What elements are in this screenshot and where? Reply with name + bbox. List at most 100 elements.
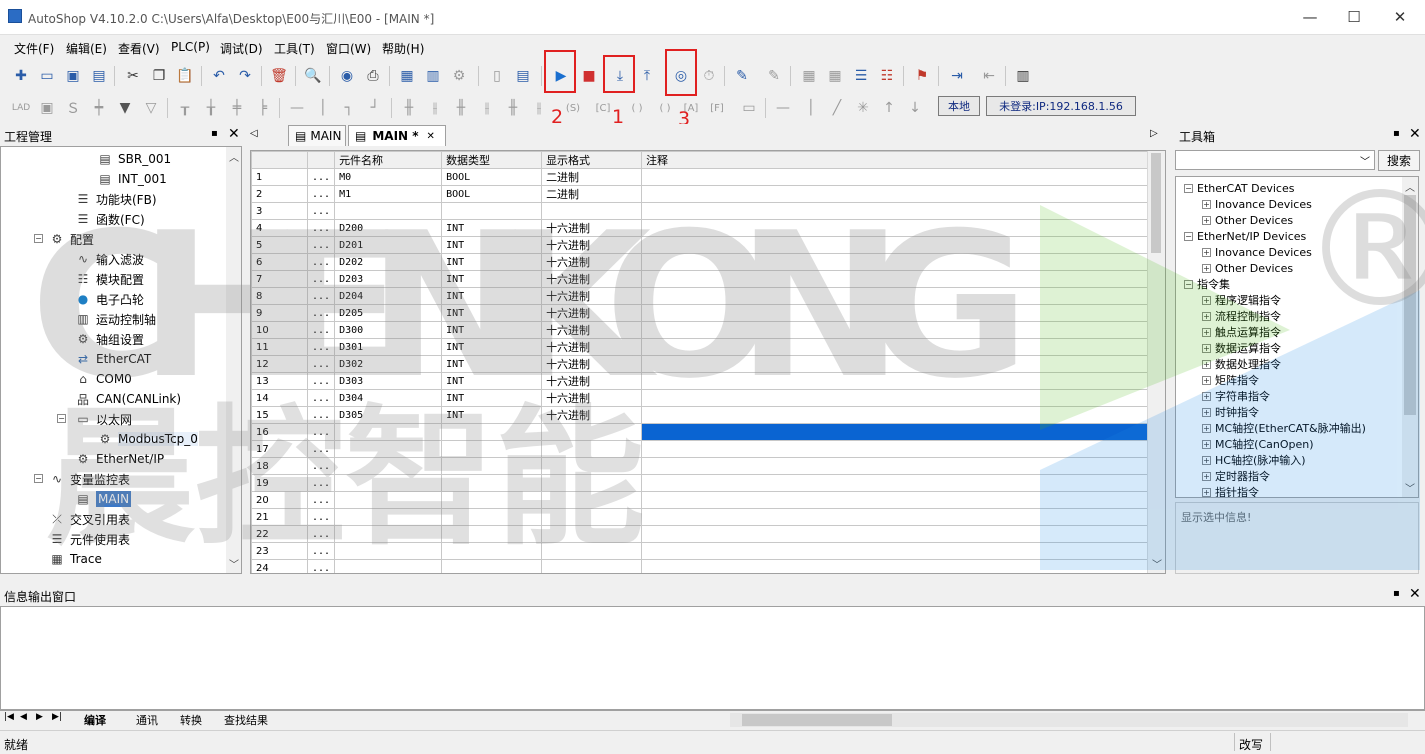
menu-view[interactable]: 查看(V) <box>118 40 160 57</box>
menu-debug[interactable]: 调试(D) <box>220 40 263 57</box>
toolbox-item[interactable]: + 流程控制指令 <box>1202 308 1281 324</box>
toolbox-item[interactable]: + 定时器指令 <box>1202 468 1270 484</box>
cell-format[interactable]: 十六进制 <box>541 406 643 424</box>
toolbox-item[interactable]: + 数据运算指令 <box>1202 340 1281 356</box>
cell-format[interactable]: 十六进制 <box>541 338 643 356</box>
cell-format[interactable]: 十六进制 <box>541 253 643 271</box>
tab-scroll-left-icon[interactable]: ◁ <box>250 128 258 139</box>
network-insert-icon[interactable]: ▦ <box>798 65 820 87</box>
tree-item-ethernetip[interactable]: ⚙ EtherNet/IP <box>75 449 164 469</box>
cell-name[interactable] <box>334 202 443 220</box>
first-tab-icon[interactable]: |◀ <box>4 712 14 722</box>
collapse-icon[interactable]: − <box>1184 183 1193 193</box>
cell-type[interactable] <box>441 202 543 220</box>
row-dots[interactable]: ... <box>306 287 336 305</box>
expand-icon[interactable]: + <box>1202 391 1211 401</box>
compile-icon[interactable]: ▥ <box>422 65 444 87</box>
tree-item-ethernet[interactable]: ▭ 以太网 <box>75 409 132 429</box>
expand-icon[interactable]: + <box>1202 311 1211 321</box>
next-tab-icon[interactable]: ▶ <box>36 712 43 722</box>
toolbox-item[interactable]: + Inovance Devices <box>1202 244 1312 260</box>
row-dots[interactable]: ... <box>306 304 336 322</box>
toolbox-item[interactable]: + 矩阵指令 <box>1202 372 1259 388</box>
table-row[interactable]: 20... <box>251 491 1156 509</box>
output-tab-comm[interactable]: 通讯 <box>136 712 158 728</box>
tree-item-ecam[interactable]: ● 电子凸轮 <box>75 289 144 309</box>
cell-type[interactable]: INT <box>441 270 543 288</box>
arrow-down-icon[interactable]: ▽ <box>140 97 162 119</box>
row-dots[interactable]: ... <box>306 559 336 573</box>
tree-item-usage[interactable]: ☰ 元件使用表 <box>49 529 130 549</box>
sfc-icon[interactable]: ▣ <box>36 97 58 119</box>
toolbox-item[interactable]: − EtherNet/IP Devices <box>1184 228 1306 244</box>
cell-name[interactable] <box>334 423 443 441</box>
logout-icon[interactable]: ⇤ <box>978 65 1000 87</box>
rise-contact-icon[interactable]: ╫ <box>450 97 472 119</box>
table-row[interactable]: 22... <box>251 525 1156 543</box>
row-dots[interactable]: ... <box>306 338 336 356</box>
menu-plc[interactable]: PLC(P) <box>171 40 210 54</box>
toolbox-item[interactable]: − 指令集 <box>1184 276 1230 292</box>
fb-icon[interactable]: [F] <box>706 97 728 119</box>
cell-name[interactable] <box>334 559 443 573</box>
cell-format[interactable] <box>541 491 643 509</box>
neg-contact-icon[interactable]: ⫲ <box>528 97 550 119</box>
cell-type[interactable]: INT <box>441 304 543 322</box>
cell-format[interactable]: 十六进制 <box>541 236 643 254</box>
table-row[interactable]: 24... <box>251 559 1156 573</box>
coil-2-icon[interactable]: ( ) <box>654 97 676 119</box>
expand-ethernet-icon[interactable]: − <box>57 414 66 423</box>
row-dots[interactable]: ... <box>306 406 336 424</box>
cell-type[interactable] <box>441 525 543 543</box>
open-folder-icon[interactable]: ▭ <box>36 65 58 87</box>
cell-format[interactable]: 二进制 <box>541 168 643 186</box>
grid-scroll-thumb[interactable] <box>1151 153 1161 253</box>
cell-comment[interactable] <box>641 321 1156 339</box>
cell-type[interactable] <box>441 491 543 509</box>
cell-comment[interactable] <box>641 287 1156 305</box>
compile-all-icon[interactable]: ⚙ <box>448 65 470 87</box>
tab-main-monitor[interactable]: ▤ MAIN * ✕ <box>348 125 446 146</box>
upload-doc-icon[interactable]: ▯ <box>486 65 508 87</box>
cell-format[interactable]: 十六进制 <box>541 270 643 288</box>
toolbox-scroll-up-icon[interactable]: ︿ <box>1405 179 1415 194</box>
table-row[interactable]: 12... D302 INT 十六进制 <box>251 355 1156 373</box>
cell-type[interactable]: INT <box>441 355 543 373</box>
row-dots[interactable]: ... <box>306 491 336 509</box>
table-row[interactable]: 23... <box>251 542 1156 560</box>
tree-item-modbustcp[interactable]: ⚙ ModbusTcp_0 <box>97 429 198 449</box>
cell-comment[interactable] <box>641 525 1156 543</box>
edit-online-icon[interactable]: ✎ <box>731 65 753 87</box>
toolbox-scroll-thumb[interactable] <box>1404 195 1416 415</box>
cell-format[interactable] <box>541 457 643 475</box>
table-row[interactable]: 1... M0 BOOL 二进制 <box>251 168 1156 186</box>
comment-icon[interactable]: ▭ <box>738 97 760 119</box>
toolbox-pin-icon[interactable]: ▪ <box>1393 128 1400 139</box>
cell-format[interactable]: 十六进制 <box>541 287 643 305</box>
cell-name[interactable]: D304 <box>334 389 443 407</box>
row-dots[interactable]: ... <box>306 270 336 288</box>
table-row[interactable]: 16... <box>251 423 1156 441</box>
expand-icon[interactable]: + <box>1202 343 1211 353</box>
cell-comment[interactable] <box>641 406 1156 424</box>
cell-comment[interactable] <box>641 508 1156 526</box>
table-row[interactable]: 2... M1 BOOL 二进制 <box>251 185 1156 203</box>
cross-icon[interactable]: ✳ <box>852 97 874 119</box>
print-icon[interactable]: ⎙ <box>362 65 384 87</box>
cell-type[interactable]: INT <box>441 389 543 407</box>
cell-comment[interactable] <box>641 202 1156 220</box>
branch-icon[interactable]: ┰ <box>174 97 196 119</box>
row-dots[interactable]: ... <box>306 202 336 220</box>
menu-help[interactable]: 帮助(H) <box>382 40 424 57</box>
toolbox-scroll-down-icon[interactable]: ﹀ <box>1405 480 1415 495</box>
toolbox-search-button[interactable]: 搜索 <box>1378 150 1420 171</box>
cell-name[interactable]: D303 <box>334 372 443 390</box>
branch-4-icon[interactable]: ╞ <box>252 97 274 119</box>
row-dots[interactable]: ... <box>306 508 336 526</box>
tab-close-icon[interactable]: ✕ <box>427 131 435 142</box>
tree-item-fb[interactable]: ☰ 功能块(FB) <box>75 189 157 209</box>
coil-icon[interactable]: ( ) <box>626 97 648 119</box>
cell-name[interactable]: D305 <box>334 406 443 424</box>
row-dots[interactable]: ... <box>306 321 336 339</box>
stop-icon[interactable]: ■ <box>578 65 600 87</box>
